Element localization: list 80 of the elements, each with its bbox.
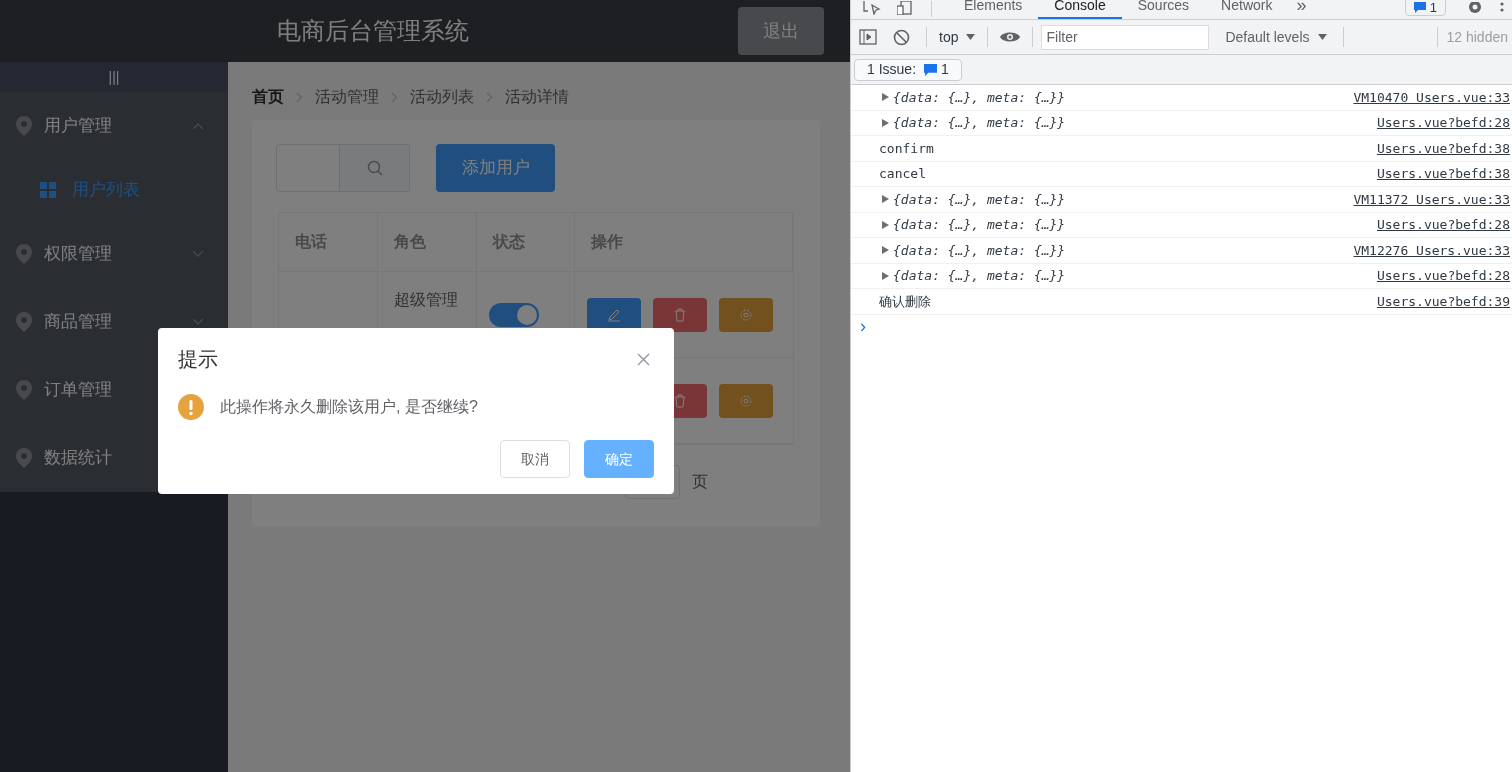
log-message: {data: {…}, meta: {…}} (893, 241, 1066, 260)
chevron-right-icon (391, 91, 398, 103)
source-link[interactable]: Users.vue?befd:28 (1308, 113, 1510, 133)
source-link[interactable]: VM10470 Users.vue:33 (1308, 87, 1510, 107)
log-message: {data: {…}, meta: {…}} (893, 216, 1066, 234)
filter-field[interactable]: Filter (1041, 24, 1210, 50)
breadcrumb-item[interactable]: 首页 (252, 85, 284, 109)
more-tabs[interactable]: » (1296, 0, 1307, 19)
message-icon (1413, 2, 1426, 13)
breadcrumb-item[interactable]: 活动管理 (315, 85, 379, 109)
issues-counter[interactable]: 1 (1404, 0, 1446, 16)
hidden-count: 12 hidden (1446, 27, 1508, 47)
source-link[interactable]: Users.vue?befd:28 (1308, 215, 1510, 235)
eye-icon[interactable] (1000, 31, 1021, 43)
breadcrumb-item[interactable]: 活动详情 (505, 85, 569, 109)
devtools-tab[interactable]: Sources (1121, 0, 1206, 19)
menu-item[interactable]: 权限管理 (0, 220, 228, 288)
expand-triangle-icon[interactable] (882, 246, 889, 255)
chevron-up-icon (192, 122, 204, 130)
caret-icon (1317, 34, 1327, 40)
device-icon[interactable] (897, 1, 915, 15)
menu-item[interactable]: 数据统计 (0, 424, 228, 492)
log-message: {data: {…}, meta: {…}} (893, 114, 1066, 132)
expand-triangle-icon[interactable] (882, 220, 889, 229)
log-message: {data: {…}, meta: {…}} (893, 267, 1066, 285)
chevron-right-icon (486, 91, 493, 103)
inspect-icon[interactable] (863, 1, 881, 15)
expand-triangle-icon[interactable] (882, 195, 889, 204)
location-pin-icon (16, 312, 32, 332)
table-cell: 超级管理 (394, 291, 458, 308)
location-pin-icon (16, 380, 32, 400)
source-link[interactable]: Users.vue?befd:38 (1308, 164, 1510, 184)
log-message: cancel (879, 165, 926, 183)
close-icon[interactable] (637, 352, 650, 366)
log-message: {data: {…}, meta: {…}} (893, 190, 1066, 209)
log-message: 确认删除 (879, 292, 931, 311)
expand-triangle-icon[interactable] (882, 118, 889, 127)
caret-icon (966, 34, 976, 40)
dialog-title: 提示 (178, 347, 218, 372)
settings-icon (739, 393, 753, 408)
trash-icon (674, 307, 686, 322)
chevron-right-icon (296, 91, 303, 103)
devtools-tab[interactable]: Elements (948, 0, 1039, 19)
chevron-down-icon (192, 318, 204, 326)
settings-icon (739, 307, 753, 322)
source-link[interactable]: Users.vue?befd:38 (1308, 138, 1510, 158)
location-pin-icon (16, 448, 32, 468)
devtools-tab[interactable]: Network (1205, 0, 1289, 19)
source-link[interactable]: VM12276 Users.vue:33 (1308, 240, 1510, 260)
chevron-down-icon (192, 250, 204, 258)
page-suffix: 页 (692, 472, 708, 492)
sidebar-icon[interactable] (859, 29, 877, 45)
app-title: 电商后台管理系统 (277, 16, 469, 46)
source-link[interactable]: Users.vue?befd:39 (1308, 291, 1510, 311)
delete-button[interactable] (653, 297, 707, 332)
search-icon (366, 160, 383, 176)
source-link[interactable]: Users.vue?befd:28 (1308, 266, 1510, 286)
collapse-toggle[interactable]: ||| (0, 62, 228, 92)
log-message: confirm (879, 139, 934, 158)
log-message: {data: {…}, meta: {…}} (893, 88, 1066, 107)
pencil-icon (607, 307, 621, 322)
expand-triangle-icon[interactable] (882, 271, 889, 280)
location-pin-icon (16, 244, 32, 264)
warning-icon (178, 394, 204, 420)
expand-triangle-icon[interactable] (882, 93, 889, 102)
dialog-message: 此操作将永久删除该用户, 是否继续? (220, 397, 478, 417)
grid-icon (40, 182, 56, 198)
settings-icon[interactable] (1466, 2, 1484, 16)
source-link[interactable]: VM11372 Users.vue:33 (1308, 189, 1510, 209)
clear-icon[interactable] (893, 28, 910, 46)
message-icon (924, 63, 938, 76)
levels-dropdown[interactable]: Default levels (1217, 26, 1335, 48)
cancel-button[interactable]: 取消 (500, 440, 570, 478)
issues-button[interactable]: 1 Issue: 1 (854, 58, 962, 81)
breadcrumb-item[interactable]: 活动列表 (410, 85, 474, 109)
console-prompt[interactable]: › (851, 314, 866, 337)
status-switch[interactable] (489, 302, 539, 327)
context-dropdown[interactable]: top (935, 26, 980, 48)
menu-item[interactable]: 用户管理 (0, 92, 228, 160)
location-pin-icon (16, 116, 32, 136)
